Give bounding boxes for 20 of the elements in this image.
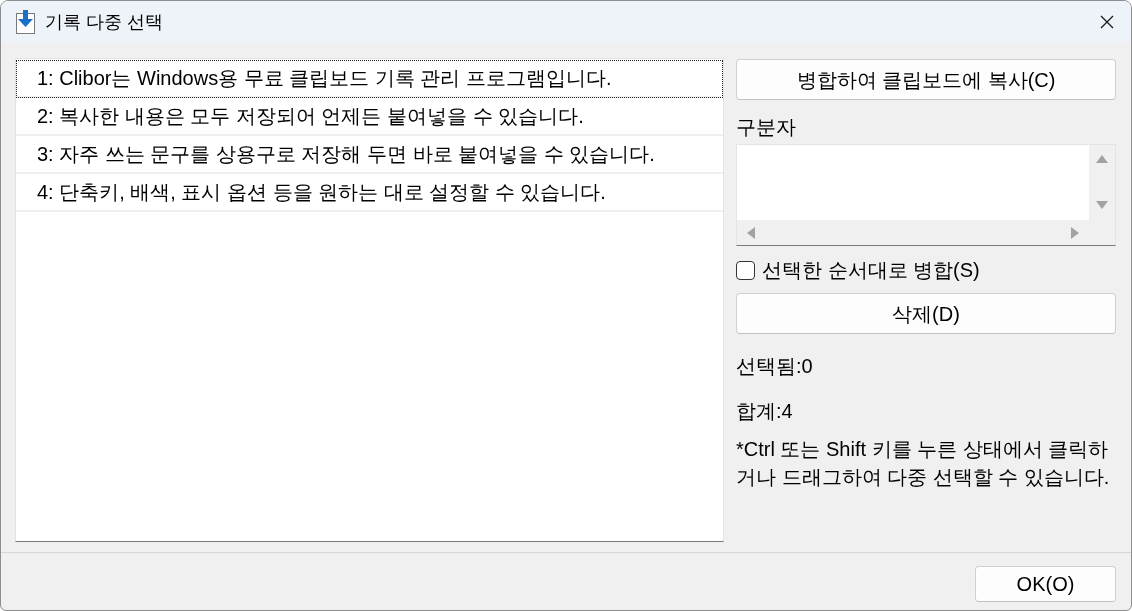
checkbox[interactable]	[736, 260, 755, 280]
scroll-right-icon[interactable]	[1071, 226, 1079, 239]
hint-text: *Ctrl 또는 Shift 키를 누른 상태에서 클릭하거나 드래그하여 다중 선택할 수 있습니다.	[736, 437, 1111, 490]
scroll-left-icon[interactable]	[747, 226, 755, 239]
ok-button[interactable]: OK(O)	[975, 566, 1116, 602]
close-icon	[1100, 14, 1114, 29]
selected-count-text: 선택됨:0	[736, 354, 813, 378]
list-item[interactable]: 2: 복사한 내용은 모두 저장되어 언제든 붙여넣을 수 있습니다.	[16, 98, 723, 136]
field-label: 구분자	[736, 115, 796, 139]
delete-button[interactable]: 삭제(D)	[736, 293, 1116, 334]
separator-field[interactable]	[736, 144, 1116, 246]
scroll-down-icon[interactable]	[1096, 201, 1108, 209]
scroll-up-icon[interactable]	[1096, 155, 1108, 163]
total-count-text: 합계:4	[736, 399, 793, 423]
list-item[interactable]: 1: Clibor는 Windows용 무료 클립보드 기록 관리 프로그램입니다.	[16, 60, 723, 98]
window-title: 기록 다중 선택	[45, 10, 163, 34]
list-item[interactable]: 3: 자주 쓰는 문구를 상용구로 저장해 두면 바로 붙여넣을 수 있습니다.	[16, 136, 723, 174]
checkbox-label[interactable]: 선택한 순서대로 병합(S)	[762, 258, 980, 282]
copy-merged-button[interactable]: 병합하여 클립보드에 복사(C)	[736, 59, 1116, 100]
list-item[interactable]: 4: 단축키, 배색, 표시 옵션 등을 원하는 대로 설정할 수 있습니다.	[16, 174, 723, 212]
